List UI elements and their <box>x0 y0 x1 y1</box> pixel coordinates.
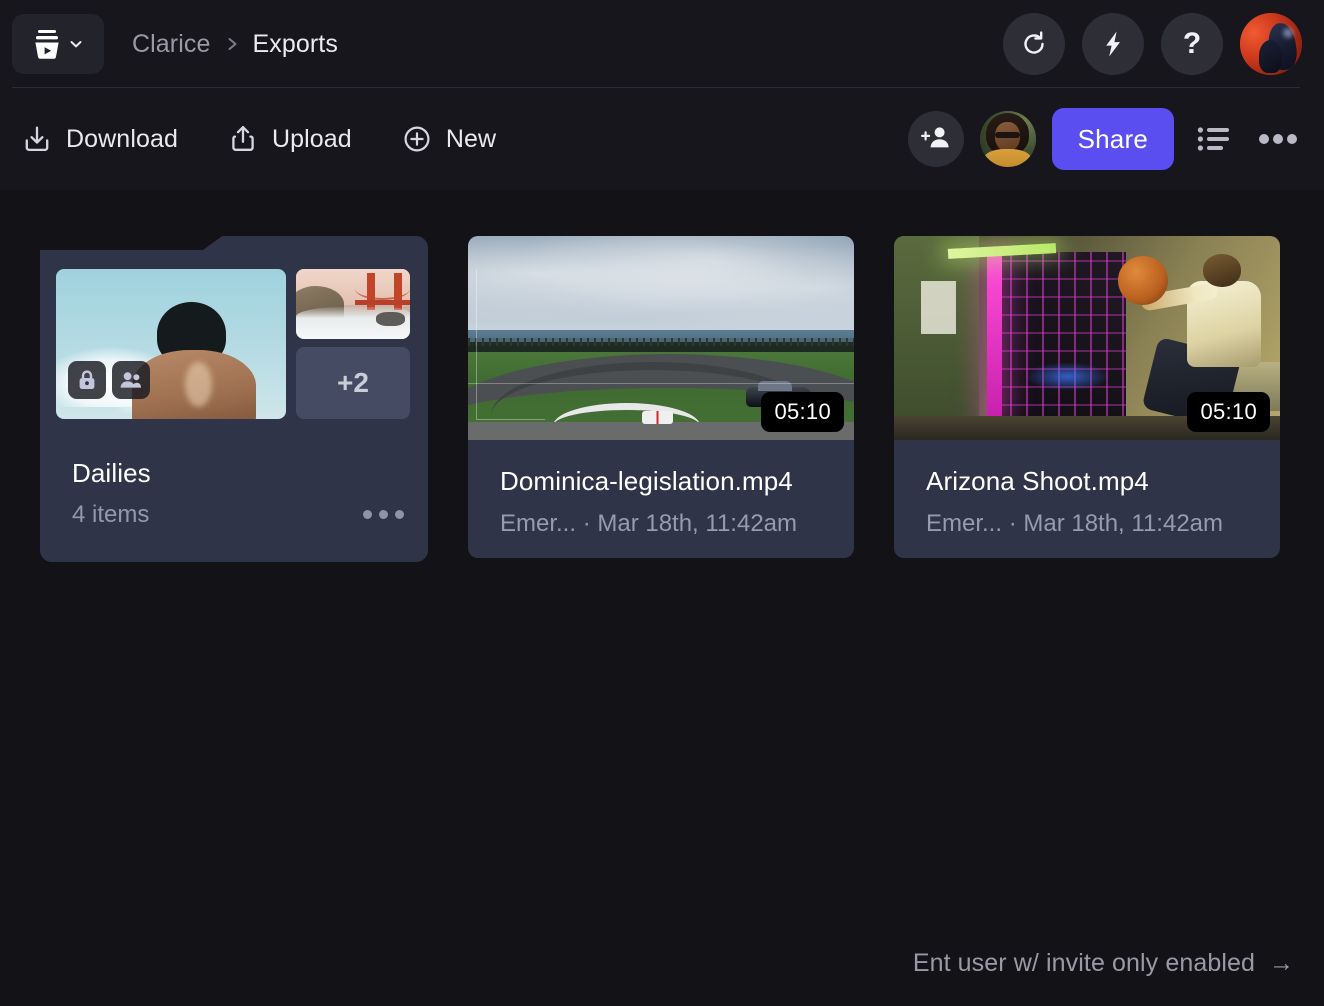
avatar-figure-lower <box>1258 40 1283 73</box>
file-card[interactable]: 05:10 Dominica-legislation.mp4 Emer... ·… <box>468 236 854 558</box>
duration-badge: 05:10 <box>761 392 844 432</box>
studio-blue-glow <box>1025 362 1111 392</box>
action-toolbar: Download Upload New Share <box>0 88 1324 190</box>
folder-title: Dailies <box>72 458 151 488</box>
breadcrumb-current[interactable]: Exports <box>253 30 338 59</box>
chevron-right-icon <box>225 34 239 54</box>
new-button[interactable]: New <box>402 124 496 154</box>
new-label: New <box>445 124 497 153</box>
refresh-button[interactable] <box>1003 13 1065 75</box>
chevron-down-icon <box>68 36 84 52</box>
studio-wall-note <box>921 280 956 334</box>
account-avatar[interactable] <box>1240 13 1302 75</box>
bridge-rock <box>375 312 406 327</box>
folder-meta: Dailies 4 items <box>72 458 151 529</box>
file-meta: Dominica-legislation.mp4 Emer... · Mar 1… <box>468 440 854 538</box>
collaborator-avatar[interactable] <box>979 111 1036 167</box>
refresh-icon <box>1019 29 1049 59</box>
more-options-button[interactable] <box>1254 115 1302 163</box>
subject-head <box>1202 254 1242 287</box>
lock-icon <box>77 369 97 391</box>
list-view-button[interactable] <box>1190 115 1238 163</box>
file-meta: Arizona Shoot.mp4 Emer... · Mar 18th, 11… <box>894 440 1280 538</box>
content-area: +2 Dailies 4 items 05:10 Dominica-legisl… <box>0 190 1324 1006</box>
upload-icon <box>228 124 258 154</box>
track-overlay-line <box>468 382 854 384</box>
add-person-icon <box>920 123 951 156</box>
workspace-switcher-button[interactable] <box>12 14 104 74</box>
track-tyre-stack <box>641 411 673 424</box>
app-root: Clarice Exports ? Download Upload New Sh… <box>0 0 1324 1006</box>
duration-badge: 05:10 <box>1187 392 1270 432</box>
collab-avatar-shirt <box>984 149 1032 167</box>
plus-circle-icon <box>402 124 432 154</box>
studio-magenta-light <box>986 256 1003 420</box>
more-horizontal-icon <box>1259 133 1297 145</box>
folder-thumb-primary <box>56 269 286 419</box>
toolbar-right-group: Share <box>907 88 1302 190</box>
list-view-icon <box>1197 125 1231 153</box>
arrow-right-icon: → <box>1269 949 1294 977</box>
toolbar-left-group: Download Upload New <box>22 124 496 154</box>
footer-note[interactable]: Ent user w/ invite only enabled → <box>913 949 1294 978</box>
studio-cage <box>994 252 1126 424</box>
share-button[interactable]: Share <box>1051 108 1174 170</box>
folder-item-count: 4 items <box>72 501 150 528</box>
folder-more-button[interactable] <box>363 510 404 519</box>
basketball <box>1117 256 1169 306</box>
file-thumbnail-neon-studio: 05:10 <box>894 236 1280 440</box>
download-label: Download <box>66 124 178 153</box>
download-button[interactable]: Download <box>22 124 178 154</box>
file-thumbnail-race-track: 05:10 <box>468 236 854 440</box>
bridge-deck <box>355 299 410 305</box>
folder-extra-count-tile: +2 <box>296 347 410 419</box>
folder-thumbnails: +2 <box>56 269 410 419</box>
folder-thumb-column: +2 <box>296 269 410 419</box>
invite-button[interactable] <box>907 111 964 167</box>
folder-card[interactable]: +2 Dailies 4 items <box>40 236 428 562</box>
avatar-highlight <box>1283 27 1294 38</box>
breadcrumb: Clarice Exports <box>132 30 338 59</box>
track-overlay-graph <box>475 268 546 420</box>
more-dot <box>363 510 372 519</box>
question-mark-icon: ? <box>1182 27 1202 60</box>
folder-thumb-secondary <box>296 269 410 339</box>
file-subtitle: Emer... · Mar 18th, 11:42am <box>926 510 1224 537</box>
file-card[interactable]: 05:10 Arizona Shoot.mp4 Emer... · Mar 18… <box>894 236 1280 558</box>
more-dot <box>379 510 388 519</box>
frameio-logo-icon <box>32 28 62 60</box>
upload-label: Upload <box>271 124 352 153</box>
shared-badge <box>112 361 150 399</box>
lock-badge <box>68 361 106 399</box>
top-bar-actions: ? <box>1003 0 1302 88</box>
collab-avatar-glasses <box>995 132 1020 138</box>
footer-note-label: Ent user w/ invite only enabled <box>912 949 1255 977</box>
transfers-button[interactable] <box>1082 13 1144 75</box>
help-button[interactable]: ? <box>1161 13 1223 75</box>
folder-extra-count-label: +2 <box>337 367 369 398</box>
share-label: Share <box>1077 123 1148 154</box>
download-icon <box>22 124 52 154</box>
file-name: Dominica-legislation.mp4 <box>500 466 793 496</box>
people-icon <box>119 370 143 390</box>
upload-button[interactable]: Upload <box>228 124 352 154</box>
file-name: Arizona Shoot.mp4 <box>926 466 1149 496</box>
top-bar: Clarice Exports ? <box>0 0 1324 88</box>
breadcrumb-root[interactable]: Clarice <box>132 30 211 59</box>
more-dot <box>395 510 404 519</box>
folder-card-content: +2 Dailies 4 items <box>40 236 428 562</box>
lightning-bolt-icon <box>1098 29 1128 59</box>
folder-badges <box>68 361 150 399</box>
studio-wall <box>894 236 979 440</box>
file-subtitle: Emer... · Mar 18th, 11:42am <box>500 510 798 537</box>
asset-grid: +2 Dailies 4 items 05:10 Dominica-legisl… <box>40 236 1280 562</box>
